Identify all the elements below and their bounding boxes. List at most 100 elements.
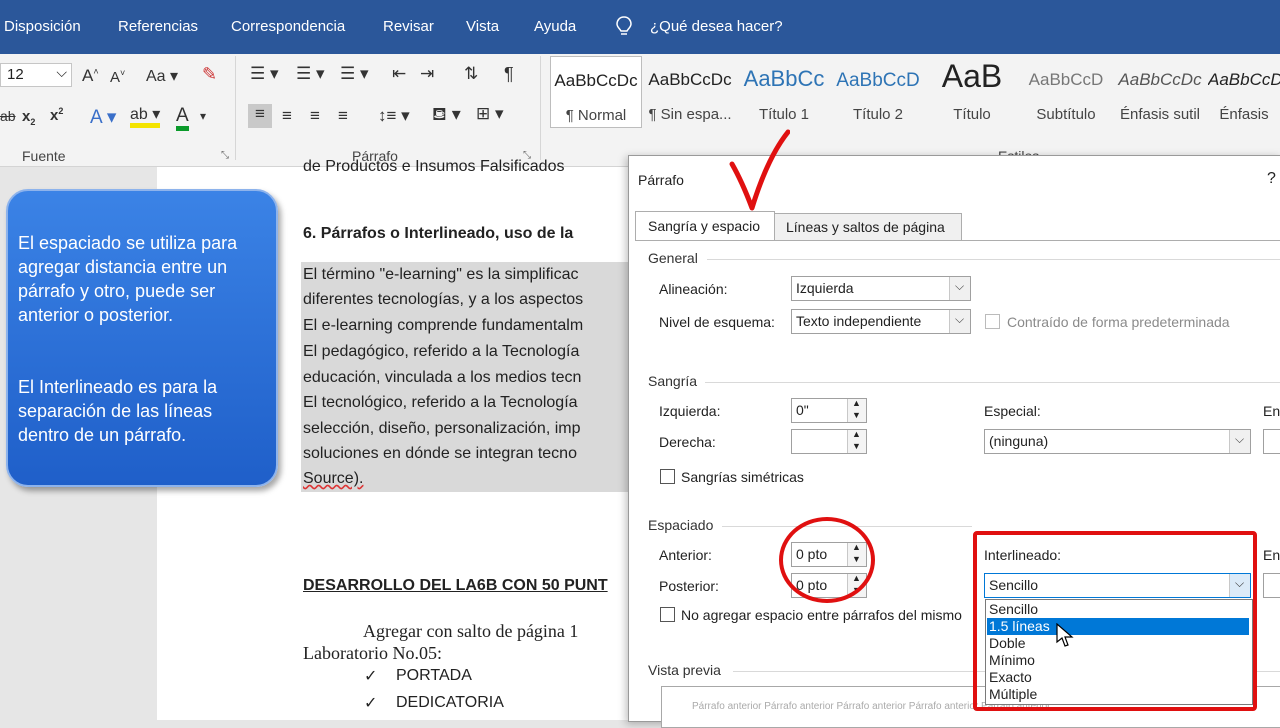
- style-name: Título 1: [758, 106, 810, 123]
- mirror-indents-checkbox[interactable]: [660, 469, 675, 484]
- indent-left-value: 0": [796, 402, 809, 418]
- tab-indents-spacing[interactable]: Sangría y espacio: [635, 211, 775, 241]
- tab-ayuda[interactable]: Ayuda: [534, 18, 576, 35]
- style-title[interactable]: AaB Título: [926, 56, 1018, 128]
- numbering-icon[interactable]: ☰ ▾: [296, 64, 325, 84]
- style-subtle-emphasis[interactable]: AaBbCcDc Énfasis sutil: [1114, 56, 1206, 128]
- checklist-item: PORTADA: [396, 667, 472, 684]
- style-heading-2[interactable]: AaBbCcD Título 2: [832, 56, 924, 128]
- chevron-down-icon: ⌵: [949, 310, 970, 333]
- text-effects-icon[interactable]: A ▾: [90, 106, 116, 129]
- tab-correspondencia[interactable]: Correspondencia: [231, 18, 345, 35]
- decrease-indent-icon[interactable]: ⇤: [392, 64, 406, 84]
- indent-left-label: Izquierda:: [659, 403, 721, 419]
- doc-body-line: soluciones en dónde se integran tecno: [303, 445, 577, 462]
- style-preview: AaBbCcDc: [1118, 70, 1202, 89]
- multilevel-list-icon[interactable]: ☰ ▾: [340, 64, 369, 84]
- section-preview: Vista previa: [648, 662, 721, 678]
- no-space-checkbox[interactable]: [660, 607, 675, 622]
- collapsed-label: Contraído de forma predeterminada: [1007, 314, 1230, 330]
- subscript-icon[interactable]: x2: [22, 108, 35, 127]
- style-name: Énfasis: [1219, 106, 1269, 123]
- align-right-icon[interactable]: ≡: [310, 106, 320, 126]
- doc-body-line: Source).: [303, 470, 378, 488]
- style-preview: AaBbCcDc: [648, 70, 732, 89]
- change-case-icon[interactable]: Aa ▾: [146, 66, 178, 86]
- line-spacing-at-label: En: [1263, 547, 1280, 563]
- special-dropdown[interactable]: (ninguna) ⌵: [984, 429, 1251, 454]
- line-spacing-icon[interactable]: ↕≡ ▾: [378, 106, 410, 126]
- increase-indent-icon[interactable]: ⇥: [420, 64, 434, 84]
- style-preview: AaBbCcDc: [1208, 70, 1280, 89]
- dialog-launcher-icon[interactable]: ⤡: [221, 150, 229, 161]
- checkmark-icon: ✓: [364, 668, 378, 685]
- section-divider: [705, 382, 1280, 383]
- align-left-icon[interactable]: ≡: [248, 104, 272, 128]
- style-preview: AaBbCcDc: [554, 71, 638, 90]
- doc-body-line: El pedagógico, referido a la Tecnología: [303, 343, 580, 360]
- lightbulb-icon: [616, 16, 632, 35]
- group-divider: [540, 56, 541, 160]
- checkmark-icon: ✓: [364, 695, 378, 712]
- tab-disposicion[interactable]: Disposición: [4, 18, 81, 35]
- callout-text-line-spacing: El Interlineado es para la separación de…: [18, 377, 218, 445]
- clear-format-icon[interactable]: ✎: [202, 64, 217, 85]
- style-preview: AaBbCcD: [1028, 70, 1104, 89]
- mirror-indents-label: Sangrías simétricas: [681, 469, 804, 485]
- bullets-icon[interactable]: ☰ ▾: [250, 64, 279, 84]
- font-color-icon[interactable]: A: [176, 106, 189, 131]
- strikethrough-icon[interactable]: ab: [0, 108, 16, 124]
- indent-by-spinner[interactable]: [1263, 429, 1280, 454]
- indent-left-spinner[interactable]: 0" ▲ ▼: [791, 398, 867, 423]
- justify-icon[interactable]: ≡: [338, 106, 348, 126]
- outline-level-dropdown[interactable]: Texto independiente ⌵: [791, 309, 971, 334]
- spacing-before-label: Anterior:: [659, 547, 712, 563]
- tab-revisar[interactable]: Revisar: [383, 18, 434, 35]
- align-center-icon[interactable]: ≡: [282, 106, 292, 126]
- chevron-down-icon[interactable]: ▾: [200, 109, 206, 123]
- special-value: (ninguna): [989, 433, 1049, 449]
- highlight-icon[interactable]: ab ▾: [130, 106, 161, 128]
- section-indent: Sangría: [648, 373, 698, 389]
- alignment-dropdown[interactable]: Izquierda ⌵: [791, 276, 971, 301]
- style-preview: AaBbCcD: [836, 70, 920, 91]
- style-no-spacing[interactable]: AaBbCcDc ¶ Sin espa...: [644, 56, 736, 128]
- alignment-value: Izquierda: [796, 280, 854, 296]
- shading-icon[interactable]: ⛾ ▾: [432, 104, 461, 128]
- superscript-icon[interactable]: x2: [50, 106, 63, 124]
- tab-line-page-breaks[interactable]: Líneas y saltos de página: [774, 213, 962, 240]
- red-box-annotation: [973, 531, 1257, 711]
- tab-divider: [635, 240, 1280, 241]
- indent-right-spinner[interactable]: ▲ ▼: [791, 429, 867, 454]
- doc-body-line: El e-learning comprende fundamentalm: [303, 317, 584, 334]
- sort-icon[interactable]: ⇅: [464, 64, 478, 84]
- spacing-after-label: Posterior:: [659, 578, 719, 594]
- tab-vista[interactable]: Vista: [466, 18, 499, 35]
- chevron-down-icon: ⌵: [949, 277, 970, 300]
- doc-body-line: selección, diseño, personalización, imp: [303, 420, 581, 437]
- font-size-combo[interactable]: 12 ⌵: [0, 63, 72, 87]
- style-name: ¶ Sin espa...: [648, 106, 732, 123]
- help-button[interactable]: ?: [1267, 170, 1276, 188]
- line-spacing-at-spinner[interactable]: [1263, 573, 1280, 598]
- style-subtitle[interactable]: AaBbCcD Subtítulo: [1020, 56, 1112, 128]
- outline-level-label: Nivel de esquema:: [659, 314, 775, 330]
- style-preview: AaB: [941, 58, 1003, 94]
- doc-body-line: El término "e-learning" es la simplifica…: [303, 266, 579, 283]
- grow-font-icon[interactable]: A˄: [82, 66, 99, 86]
- collapsed-checkbox[interactable]: [985, 314, 1000, 329]
- tell-me-search[interactable]: ¿Qué desea hacer?: [650, 18, 783, 35]
- style-name: ¶ Normal: [565, 107, 627, 124]
- style-normal[interactable]: AaBbCcDc ¶ Normal: [550, 56, 642, 128]
- borders-icon[interactable]: ⊞ ▾: [476, 104, 504, 124]
- tab-referencias[interactable]: Referencias: [118, 18, 198, 35]
- style-name: Título: [953, 106, 991, 123]
- doc-top-line: de Productos e Insumos Falsificados: [303, 158, 565, 175]
- chevron-down-icon: ⌵: [56, 64, 67, 80]
- doc-body-line: diferentes tecnologías, y a los aspectos: [303, 291, 584, 308]
- pilcrow-icon[interactable]: ¶: [504, 64, 514, 85]
- shrink-font-icon[interactable]: A˅: [110, 68, 125, 86]
- style-heading-1[interactable]: AaBbCc Título 1: [738, 56, 830, 128]
- style-emphasis[interactable]: AaBbCcDc Énfasis: [1208, 56, 1280, 128]
- no-space-label: No agregar espacio entre párrafos del mi…: [681, 607, 962, 623]
